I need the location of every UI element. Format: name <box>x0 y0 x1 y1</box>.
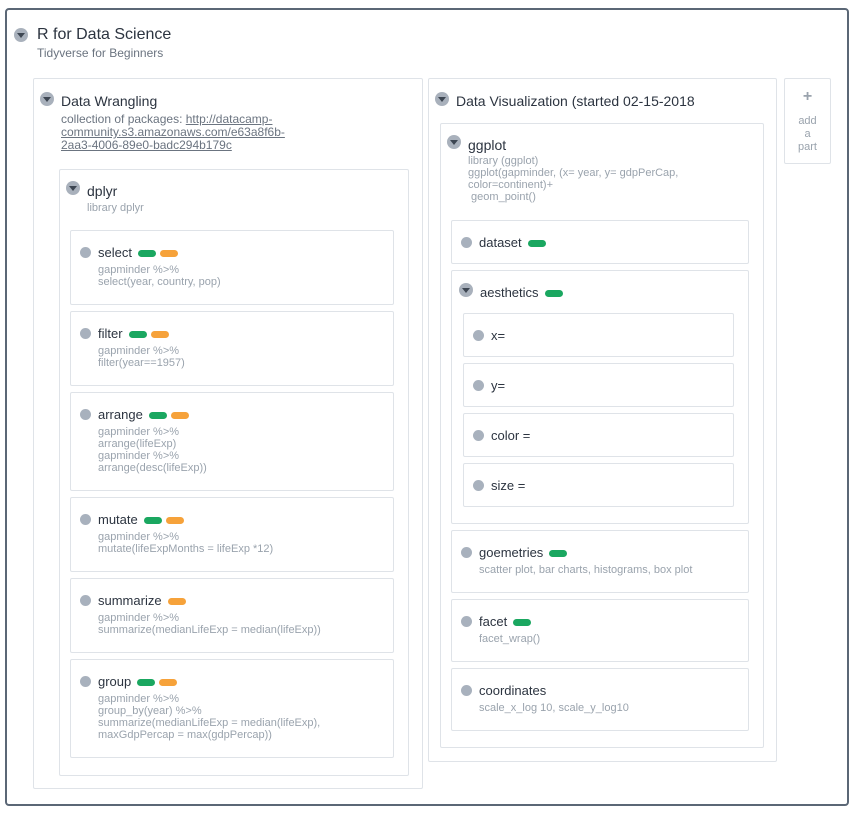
card-note: scatter plot, bar charts, histograms, bo… <box>479 564 693 576</box>
card-note: gapminder %>% summarize(medianLifeExp = … <box>98 612 321 636</box>
aesthetic-item-label: x= <box>491 328 506 343</box>
card-title: aesthetics <box>480 285 539 300</box>
card-title: coordinates <box>479 683 547 698</box>
card-title-row: facet <box>479 614 532 629</box>
card-note: facet_wrap() <box>479 633 541 645</box>
label-tag-green[interactable] <box>148 412 167 420</box>
label-tag-green[interactable] <box>128 331 147 339</box>
bullet-dot-icon <box>473 480 484 491</box>
visualization-collapse-toggle-icon[interactable] <box>435 92 449 106</box>
card-note: gapminder %>% filter(year==1957) <box>98 345 185 369</box>
card-note: gapminder %>% group_by(year) %>% summari… <box>98 693 321 741</box>
card-note: gapminder %>% select(year, country, pop) <box>98 264 221 288</box>
card-title-row: dataset <box>479 235 546 250</box>
plus-icon: + <box>802 88 813 105</box>
card-title-row: select <box>98 245 178 260</box>
aesthetic-item-label: y= <box>491 378 506 393</box>
label-tag-green[interactable] <box>513 619 532 627</box>
card-title: goemetries <box>479 545 544 560</box>
card-title: arrange <box>98 407 143 422</box>
dplyr-title: dplyr <box>87 183 118 199</box>
bullet-dot-icon <box>473 330 484 341</box>
card-title: filter <box>98 326 123 341</box>
card-title: group <box>98 674 132 689</box>
card-note: gapminder %>% arrange(lifeExp) gapminder… <box>98 426 207 474</box>
wrangling-title: Data Wrangling <box>61 93 158 109</box>
label-tag-green[interactable] <box>143 517 162 525</box>
label-tag-green[interactable] <box>549 550 568 558</box>
dplyr-collapse-toggle-icon[interactable] <box>66 181 80 195</box>
card-title: mutate <box>98 512 138 527</box>
card-geometries[interactable] <box>451 530 749 593</box>
dplyr-note: library dplyr <box>87 202 144 214</box>
label-tag-orange[interactable] <box>170 412 189 420</box>
label-tag-green[interactable] <box>544 290 563 298</box>
label-tag-green[interactable] <box>137 250 156 258</box>
label-tag-orange[interactable] <box>159 250 178 258</box>
card-title-row: filter <box>98 326 169 341</box>
card-title-row: group <box>98 674 178 689</box>
card-note: gapminder %>% mutate(lifeExpMonths = lif… <box>98 531 274 555</box>
bullet-dot-icon <box>461 237 472 248</box>
visualization-title: Data Visualization (started 02-15-2018 <box>456 93 695 109</box>
card-title: facet <box>479 614 508 629</box>
label-tag-orange[interactable] <box>150 331 169 339</box>
board-title: R for Data Science <box>37 26 172 43</box>
bullet-dot-icon <box>473 430 484 441</box>
card-title: dataset <box>479 235 522 250</box>
card-title: summarize <box>98 593 162 608</box>
bullet-dot-icon <box>461 685 472 696</box>
card-title-row: mutate <box>98 512 184 527</box>
bullet-dot-icon <box>80 595 91 606</box>
packages-link-part-2[interactable]: community.s3.amazonaws.com/e63a8f6b- <box>61 126 285 138</box>
label-tag-orange[interactable] <box>165 517 184 525</box>
card-title-row: arrange <box>98 407 189 422</box>
ggplot-title: ggplot <box>468 137 507 153</box>
wrangling-collapse-toggle-icon[interactable] <box>40 92 54 106</box>
bullet-dot-icon <box>80 514 91 525</box>
bullet-dot-icon <box>80 247 91 258</box>
bullet-dot-icon <box>461 616 472 627</box>
bullet-dot-icon <box>473 380 484 391</box>
aesthetic-item-label: size = <box>491 478 526 493</box>
aesthetic-item-label: color = <box>491 428 531 443</box>
packages-link-part-1[interactable]: http://datacamp- <box>186 112 273 126</box>
bullet-dot-icon <box>80 328 91 339</box>
card-title-row: summarize <box>98 593 186 608</box>
ggplot-note: library (ggplot) ggplot(gapminder, (x= y… <box>468 155 679 203</box>
bullet-dot-icon <box>461 547 472 558</box>
label-tag-green[interactable] <box>527 240 546 248</box>
aesthetics-collapse-toggle-icon[interactable] <box>459 283 473 297</box>
label-tag-green[interactable] <box>137 679 156 687</box>
board-subtitle: Tidyverse for Beginners <box>37 46 164 60</box>
label-tag-orange[interactable] <box>159 679 178 687</box>
wrangling-note: collection of packages: http://datacamp- <box>61 113 272 125</box>
add-part-button[interactable]: + add a part <box>784 78 831 164</box>
add-part-label: add a part <box>798 115 817 153</box>
wrangling-note-prefix: collection of packages: <box>61 112 186 126</box>
card-facet[interactable] <box>451 599 749 662</box>
bullet-dot-icon <box>80 676 91 687</box>
card-note: scale_x_log 10, scale_y_log10 <box>479 702 629 714</box>
packages-link-part-3[interactable]: 2aa3-4006-89e0-badc294b179c <box>61 139 232 151</box>
bullet-dot-icon <box>80 409 91 420</box>
label-tag-orange[interactable] <box>167 598 186 606</box>
board-collapse-toggle-icon[interactable] <box>14 28 28 42</box>
card-title: select <box>98 245 132 260</box>
ggplot-collapse-toggle-icon[interactable] <box>447 135 461 149</box>
card-title-row: goemetries <box>479 545 568 560</box>
card-title-row: aesthetics <box>480 285 563 300</box>
card-coordinates[interactable] <box>451 668 749 731</box>
